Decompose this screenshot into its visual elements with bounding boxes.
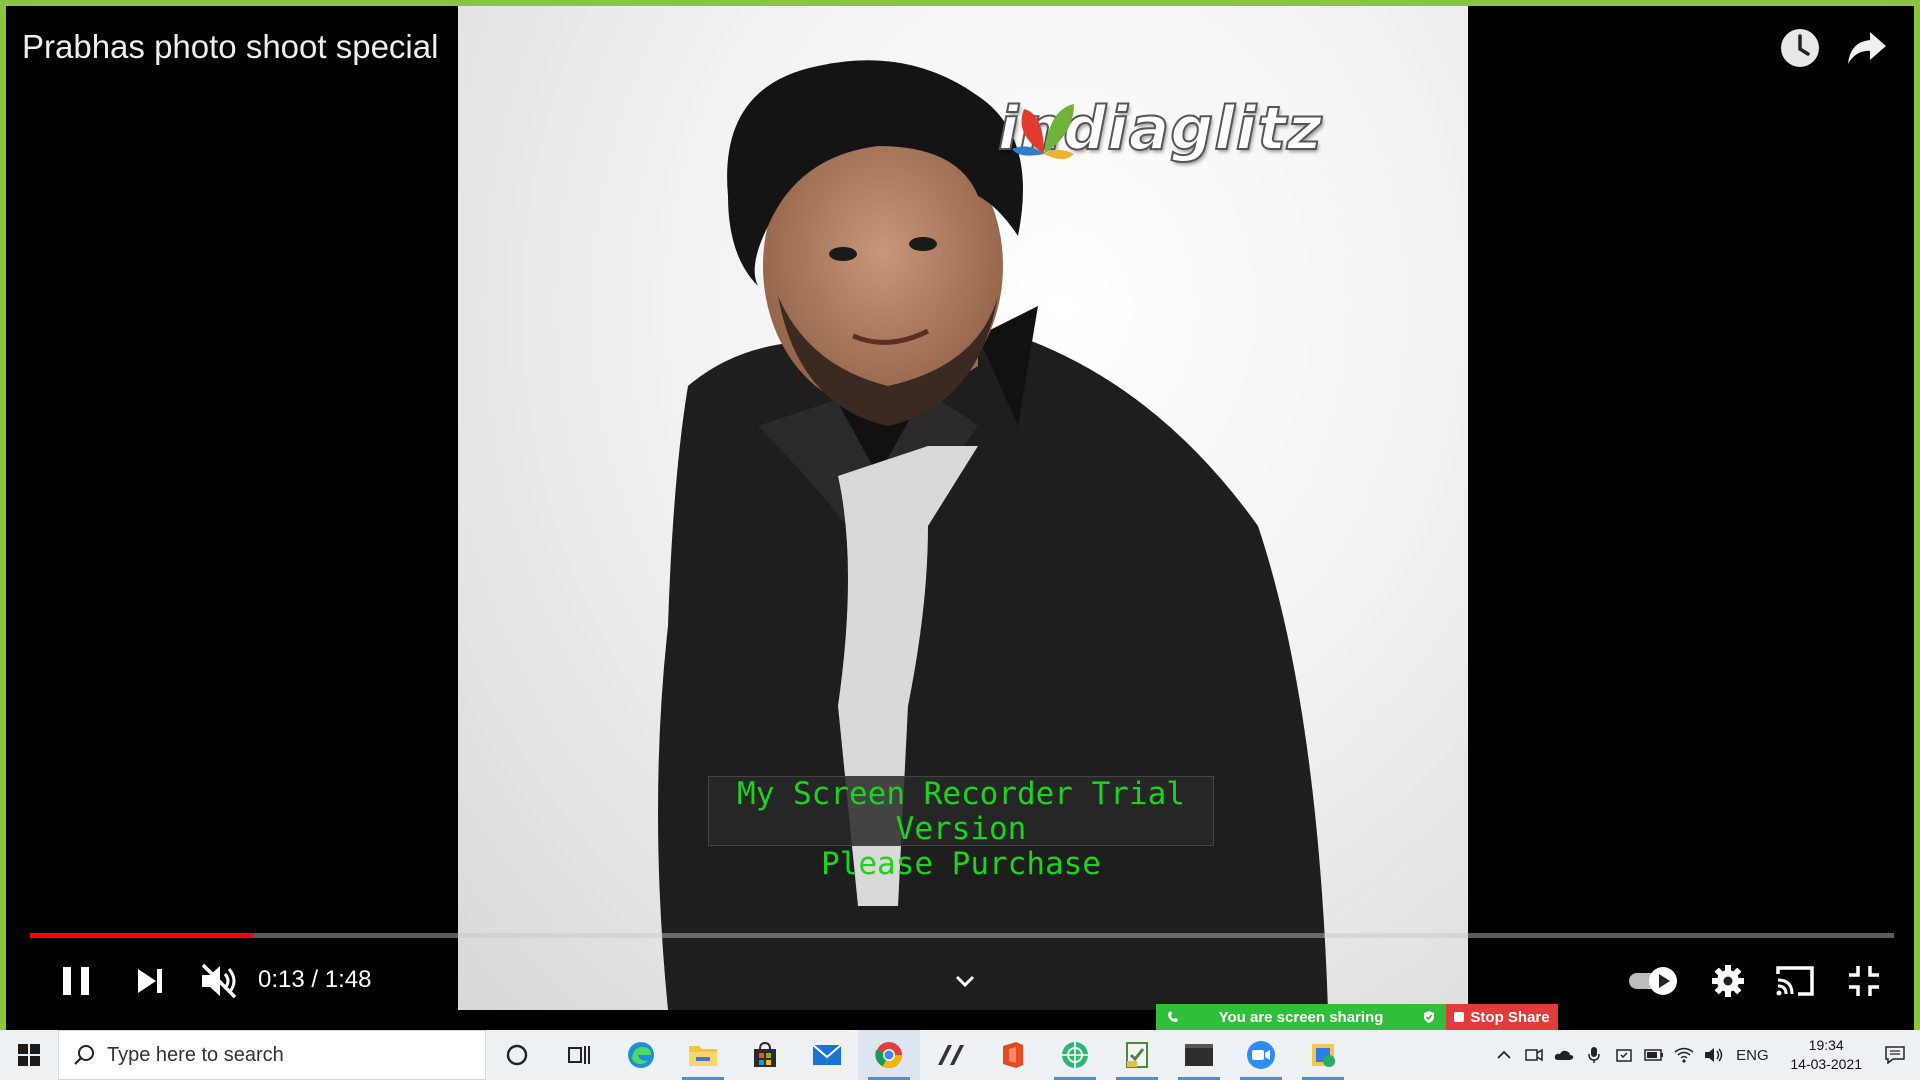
chrome-icon <box>875 1042 903 1069</box>
task-view-button[interactable] <box>548 1030 610 1080</box>
taskbar-paint-app[interactable] <box>1292 1030 1354 1080</box>
clock-date: 14-03-2021 <box>1790 1056 1862 1072</box>
windows-logo-icon <box>18 1044 40 1066</box>
cortana-icon <box>506 1044 528 1066</box>
next-button[interactable] <box>130 961 170 1001</box>
stop-icon <box>1454 1012 1465 1022</box>
cloud-icon[interactable] <box>1552 1043 1576 1067</box>
exit-fullscreen-button[interactable] <box>1844 961 1884 1001</box>
stop-share-button[interactable]: Stop Share <box>1446 1004 1558 1030</box>
start-button[interactable] <box>0 1030 58 1080</box>
taskbar-notepad-plus[interactable] <box>920 1030 982 1080</box>
network-app-icon <box>1062 1042 1088 1068</box>
taskbar-office[interactable] <box>982 1030 1044 1080</box>
progress-played <box>30 933 254 938</box>
phone-icon <box>1168 1011 1178 1022</box>
indiaglitz-logo: indiaglitz <box>997 93 1323 165</box>
taskbar-file-explorer[interactable] <box>672 1030 734 1080</box>
mail-icon <box>812 1044 842 1065</box>
mute-button[interactable] <box>196 961 242 1001</box>
video-player[interactable]: indiaglitz Prabhas photo shoot special M… <box>6 6 1914 1010</box>
logo-butterfly-icon <box>1012 104 1074 159</box>
zoom-icon <box>1247 1041 1275 1069</box>
system-tray: ENG 19:34 14-03-2021 <box>1492 1030 1920 1080</box>
cortana-button[interactable] <box>486 1030 548 1080</box>
search-placeholder: Type here to search <box>107 1043 284 1066</box>
chevron-up-icon[interactable] <box>1492 1043 1516 1067</box>
time-display: 0:13 / 1:48 <box>258 966 372 993</box>
autoplay-toggle[interactable] <box>1626 961 1682 1001</box>
security-icon[interactable] <box>1612 1043 1636 1067</box>
office-icon <box>1003 1042 1023 1068</box>
speaker-icon[interactable] <box>1702 1043 1726 1067</box>
watermark-line-2: Please Purchase <box>821 846 1101 882</box>
clock-time: 19:34 <box>1808 1037 1844 1053</box>
pen-tool-icon <box>938 1045 964 1065</box>
exit-fullscreen-icon <box>1849 966 1879 996</box>
volume-muted-icon <box>201 963 237 999</box>
settings-button[interactable] <box>1710 961 1746 1001</box>
task-view-icon <box>568 1046 590 1064</box>
video-title[interactable]: Prabhas photo shoot special <box>22 28 438 66</box>
chevron-down-icon <box>955 975 975 988</box>
store-icon <box>754 1041 776 1067</box>
recorder-watermark: My Screen Recorder Trial Version Please … <box>708 776 1214 882</box>
autoplay-toggle-icon <box>1629 967 1677 995</box>
clock-icon[interactable] <box>1778 26 1826 74</box>
watermark-line-1: My Screen Recorder Trial Version <box>737 776 1185 847</box>
share-icon[interactable] <box>1844 26 1892 74</box>
gear-icon <box>1712 965 1744 997</box>
folder-icon <box>689 1046 717 1066</box>
wifi-icon[interactable] <box>1672 1043 1696 1067</box>
screen-sharing-indicator[interactable]: You are screen sharing <box>1156 1004 1446 1030</box>
taskbar-mail[interactable] <box>796 1030 858 1080</box>
taskbar-task-app[interactable] <box>1106 1030 1168 1080</box>
shield-icon <box>1423 1011 1434 1023</box>
taskbar-search-box[interactable]: Type here to search <box>58 1030 486 1080</box>
taskbar-chrome[interactable] <box>858 1030 920 1080</box>
stop-share-label: Stop Share <box>1470 1008 1550 1026</box>
microphone-icon[interactable] <box>1582 1043 1606 1067</box>
pause-icon <box>63 967 89 995</box>
progress-bar[interactable] <box>30 933 1894 938</box>
checklist-icon <box>1126 1042 1148 1068</box>
language-indicator[interactable]: ENG <box>1732 1043 1772 1067</box>
taskbar-zoom[interactable] <box>1230 1030 1292 1080</box>
cast-button[interactable] <box>1772 961 1818 1001</box>
cast-icon <box>1776 966 1814 996</box>
pause-button[interactable] <box>54 961 98 1001</box>
more-videos-button[interactable] <box>950 961 980 1001</box>
taskbar-terminal[interactable] <box>1168 1030 1230 1080</box>
next-icon <box>138 969 162 993</box>
taskbar-network-app[interactable] <box>1044 1030 1106 1080</box>
taskbar-store[interactable] <box>734 1030 796 1080</box>
screen-sharing-text: You are screen sharing <box>1218 1008 1384 1026</box>
taskbar-clock[interactable]: 19:34 14-03-2021 <box>1790 1036 1862 1074</box>
paint-app-icon <box>1312 1044 1335 1067</box>
notifications-icon[interactable] <box>1880 1043 1910 1067</box>
zoom-share-bar: You are screen sharing Stop Share <box>1156 1004 1558 1030</box>
search-icon <box>74 1045 94 1065</box>
taskbar-edge[interactable] <box>610 1030 672 1080</box>
battery-icon[interactable] <box>1642 1043 1666 1067</box>
edge-icon <box>628 1042 654 1068</box>
camera-icon[interactable] <box>1522 1043 1546 1067</box>
terminal-icon <box>1185 1044 1213 1066</box>
windows-taskbar: Type here to search ENG 19:34 14-03-2021 <box>0 1030 1920 1080</box>
